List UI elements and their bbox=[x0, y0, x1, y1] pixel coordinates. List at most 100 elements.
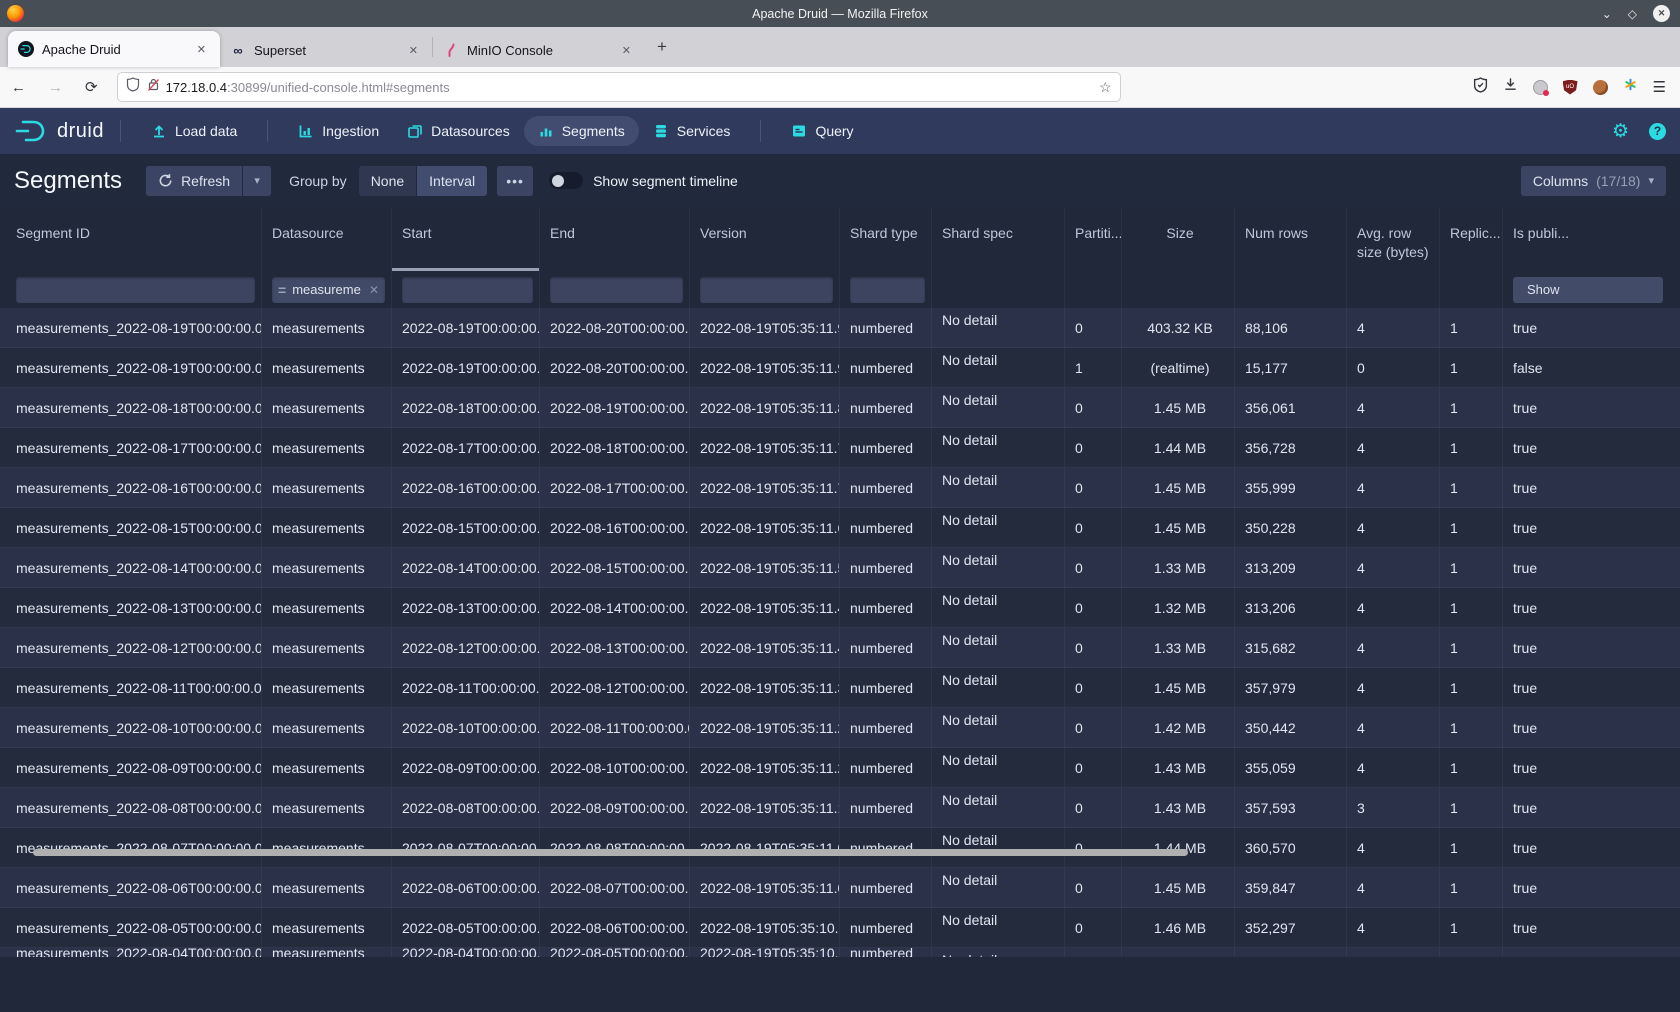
reload-icon[interactable]: ⟳ bbox=[74, 78, 109, 96]
druid-logo[interactable]: druid bbox=[14, 118, 104, 144]
forward-icon[interactable]: → bbox=[37, 79, 74, 96]
table-row[interactable]: measurements_2022-08-19T00:00:00.000Z...… bbox=[0, 308, 1680, 348]
column-header-partition[interactable]: Partiti... bbox=[1065, 207, 1122, 271]
tab-superset[interactable]: ∞ Superset ✕ bbox=[220, 33, 432, 67]
help-icon[interactable]: ? bbox=[1649, 123, 1666, 140]
tab-minio-console[interactable]: MinIO Console ✕ bbox=[433, 33, 645, 67]
url-text[interactable]: 172.18.0.4:30899/unified-console.html#se… bbox=[166, 80, 1099, 95]
cell-shard-spec[interactable]: No detail bbox=[932, 468, 1065, 507]
column-header-end[interactable]: End bbox=[540, 207, 690, 271]
table-row[interactable]: measurements_2022-08-08T00:00:00.000Z...… bbox=[0, 788, 1680, 828]
cell-shard-spec[interactable]: No detail bbox=[932, 348, 1065, 387]
table-row[interactable]: measurements_2022-08-13T00:00:00.000Z...… bbox=[0, 588, 1680, 628]
protections-shield-icon[interactable] bbox=[1473, 77, 1488, 98]
group-by-interval-button[interactable]: Interval bbox=[417, 166, 487, 196]
cell-shard-spec[interactable]: No detail bbox=[932, 868, 1065, 907]
refresh-button[interactable]: Refresh bbox=[146, 166, 242, 196]
is-published-filter-button[interactable]: Show bbox=[1513, 277, 1663, 303]
column-header-shard-type[interactable]: Shard type bbox=[840, 207, 932, 271]
column-header-is-published[interactable]: Is publi... bbox=[1503, 207, 1680, 271]
cell-shard-spec[interactable]: No detail bbox=[932, 908, 1065, 947]
group-by-none-button[interactable]: None bbox=[359, 166, 416, 196]
tab-close-icon[interactable]: ✕ bbox=[193, 41, 210, 58]
table-row[interactable]: measurements_2022-08-12T00:00:00.000Z...… bbox=[0, 628, 1680, 668]
table-row[interactable]: measurements_2022-08-14T00:00:00.000Z...… bbox=[0, 548, 1680, 588]
tab-apache-druid[interactable]: Apache Druid ✕ bbox=[8, 31, 220, 67]
cell-shard-spec[interactable]: No detail bbox=[932, 388, 1065, 427]
nav-item-datasources[interactable]: Datasources bbox=[393, 116, 524, 146]
more-options-button[interactable]: ••• bbox=[497, 166, 533, 196]
cell-shard-spec[interactable]: No detail bbox=[932, 308, 1065, 347]
maximize-icon[interactable]: ◇ bbox=[1628, 8, 1637, 20]
segment-timeline-toggle[interactable] bbox=[549, 172, 583, 189]
table-row[interactable]: measurements_2022-08-05T00:00:00.000Z...… bbox=[0, 908, 1680, 948]
column-header-version[interactable]: Version bbox=[690, 207, 840, 271]
nav-item-query[interactable]: Query bbox=[777, 116, 867, 146]
table-row[interactable]: measurements_2022-08-04T00:00:00.000Z...… bbox=[0, 948, 1680, 957]
table-row[interactable]: measurements_2022-08-15T00:00:00.000Z...… bbox=[0, 508, 1680, 548]
column-header-num-rows[interactable]: Num rows bbox=[1235, 207, 1347, 271]
table-row[interactable]: measurements_2022-08-10T00:00:00.000Z...… bbox=[0, 708, 1680, 748]
downloads-icon[interactable] bbox=[1503, 77, 1518, 97]
column-header-replicas[interactable]: Replic... bbox=[1440, 207, 1503, 271]
shield-permissions-icon[interactable] bbox=[126, 77, 140, 97]
column-header-segment-id[interactable]: Segment ID bbox=[0, 207, 262, 271]
cell-shard-spec[interactable]: No detail bbox=[932, 428, 1065, 467]
cell-shard-spec[interactable]: No detail bbox=[932, 548, 1065, 587]
horizontal-scrollbar[interactable] bbox=[33, 849, 1188, 856]
cell-shard-spec[interactable]: No detail bbox=[932, 668, 1065, 707]
ublock-origin-icon[interactable]: uO bbox=[1563, 80, 1578, 95]
cell-shard-spec[interactable]: No detail bbox=[932, 588, 1065, 627]
nav-item-segments[interactable]: Segments bbox=[524, 116, 639, 146]
table-row[interactable]: measurements_2022-08-07T00:00:00.000Z...… bbox=[0, 828, 1680, 868]
close-window-icon[interactable]: ✕ bbox=[1653, 5, 1670, 22]
extension-disabled-icon[interactable] bbox=[1533, 80, 1548, 95]
column-header-shard-spec[interactable]: Shard spec bbox=[932, 207, 1065, 271]
cell-shard-spec[interactable]: No detail bbox=[932, 948, 1065, 957]
column-header-size[interactable]: Size bbox=[1122, 207, 1235, 271]
remove-filter-icon[interactable]: ✕ bbox=[369, 283, 379, 297]
refresh-interval-caret-button[interactable]: ▾ bbox=[243, 166, 271, 196]
table-row[interactable]: measurements_2022-08-17T00:00:00.000Z...… bbox=[0, 428, 1680, 468]
back-icon[interactable]: ← bbox=[0, 79, 37, 96]
cell-shard-spec[interactable]: No detail bbox=[932, 708, 1065, 747]
columns-button[interactable]: Columns (17/18) ▾ bbox=[1521, 166, 1666, 196]
table-row[interactable]: measurements_2022-08-11T00:00:00.000Z...… bbox=[0, 668, 1680, 708]
column-header-start[interactable]: Start bbox=[392, 207, 540, 271]
cell-shard-spec[interactable]: No detail bbox=[932, 828, 1065, 867]
table-row[interactable]: measurements_2022-08-16T00:00:00.000Z...… bbox=[0, 468, 1680, 508]
shard-type-filter-input[interactable] bbox=[850, 277, 925, 303]
nav-item-load-data[interactable]: Load data bbox=[137, 116, 251, 146]
table-row[interactable]: measurements_2022-08-09T00:00:00.000Z...… bbox=[0, 748, 1680, 788]
cookie-extension-icon[interactable] bbox=[1593, 80, 1608, 95]
cell-shard-spec[interactable]: No detail bbox=[932, 628, 1065, 667]
datasource-filter-chip[interactable]: = measureme ✕ bbox=[272, 277, 385, 303]
table-row[interactable]: measurements_2022-08-18T00:00:00.000Z...… bbox=[0, 388, 1680, 428]
column-header-avg-row-size[interactable]: Avg. row size (bytes) bbox=[1347, 207, 1440, 271]
cell-size: 1.45 MB bbox=[1122, 388, 1235, 427]
nav-item-services[interactable]: Services bbox=[639, 116, 745, 146]
segment-id-filter-input[interactable] bbox=[16, 277, 255, 303]
menu-icon[interactable]: ☰ bbox=[1653, 78, 1666, 96]
new-tab-button[interactable]: + bbox=[645, 37, 679, 57]
table-row[interactable]: measurements_2022-08-19T00:00:00.000Z...… bbox=[0, 348, 1680, 388]
url-bar[interactable]: 172.18.0.4:30899/unified-console.html#se… bbox=[117, 72, 1121, 102]
settings-gear-icon[interactable]: ⚙ bbox=[1612, 122, 1629, 141]
cell-shard-spec[interactable]: No detail bbox=[932, 788, 1065, 827]
end-filter-input[interactable] bbox=[550, 277, 683, 303]
version-filter-input[interactable] bbox=[700, 277, 833, 303]
start-filter-input[interactable] bbox=[402, 277, 533, 303]
bookmark-star-icon[interactable]: ☆ bbox=[1099, 79, 1112, 96]
nav-item-ingestion[interactable]: Ingestion bbox=[284, 116, 393, 146]
column-header-datasource[interactable]: Datasource bbox=[262, 207, 392, 271]
tab-close-icon[interactable]: ✕ bbox=[618, 42, 635, 59]
table-row[interactable]: measurements_2022-08-06T00:00:00.000Z...… bbox=[0, 868, 1680, 908]
multi-account-extension-icon[interactable] bbox=[1623, 77, 1638, 97]
minimize-icon[interactable]: ⌄ bbox=[1602, 8, 1612, 20]
cell-datasource: measurements bbox=[262, 348, 392, 387]
cell-shard-spec[interactable]: No detail bbox=[932, 508, 1065, 547]
cell-shard-spec[interactable]: No detail bbox=[932, 748, 1065, 787]
cell-replicas: 1 bbox=[1440, 348, 1503, 387]
tab-close-icon[interactable]: ✕ bbox=[405, 42, 422, 59]
insecure-lock-icon[interactable] bbox=[147, 77, 160, 97]
